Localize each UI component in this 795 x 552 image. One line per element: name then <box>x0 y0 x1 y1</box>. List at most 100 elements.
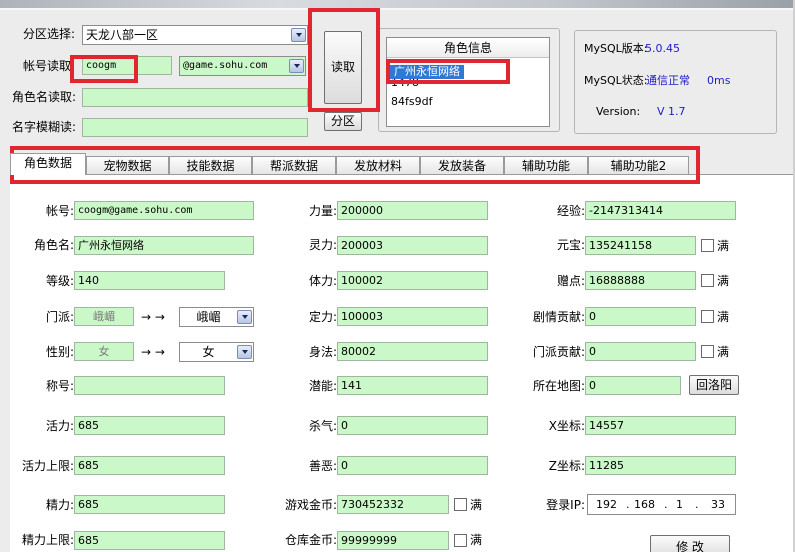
map-field[interactable]: 0 <box>585 376 681 395</box>
ingot-max-label: 满 <box>717 239 730 253</box>
rolename-input[interactable] <box>82 88 308 107</box>
ingot-max-checkbox[interactable] <box>701 239 714 252</box>
chevron-down-icon[interactable] <box>291 28 306 42</box>
sect-contrib-field[interactable]: 0 <box>585 342 696 361</box>
role-list-header: 角色信息 <box>387 38 549 58</box>
ip-octet-1: 192 <box>596 498 617 511</box>
region-button[interactable]: 分区 <box>324 112 362 131</box>
sect-field[interactable]: 峨嵋 <box>74 307 134 326</box>
account-field-label: 帐号: <box>45 204 74 218</box>
mysql-version-label: MySQL版本: <box>584 42 648 55</box>
domain-select[interactable]: @game.sohu.com <box>179 56 306 76</box>
mysql-latency: 0ms <box>707 74 731 87</box>
killing-intent-label: 杀气: <box>308 419 337 433</box>
account-field[interactable]: coogm@game.sohu.com <box>74 201 254 220</box>
account-input[interactable]: coogm <box>82 56 172 75</box>
mysql-version-value: 5.0.45 <box>645 42 680 55</box>
tab-role-data[interactable]: 角色数据 <box>10 153 86 175</box>
ip-octet-4: 33 <box>711 498 725 511</box>
region-select-value: 天龙八部一区 <box>86 28 159 42</box>
domain-select-value: @game.sohu.com <box>183 60 268 71</box>
ip-dot: . <box>664 498 668 511</box>
vigor-label: 活力: <box>45 419 74 433</box>
z-coord-field[interactable]: 11285 <box>585 456 736 475</box>
killing-intent-field[interactable]: 0 <box>337 416 488 435</box>
stamina-field[interactable]: 100002 <box>337 271 488 290</box>
potential-field[interactable]: 141 <box>337 376 488 395</box>
sect-contrib-max-label: 满 <box>717 345 730 359</box>
login-ip-field[interactable]: 192 . 168 . 1 . 33 <box>587 494 736 515</box>
tab-skill-data[interactable]: 技能数据 <box>169 156 252 175</box>
return-luoyang-button[interactable]: 回洛阳 <box>689 375 739 395</box>
bank-gold-max-label: 满 <box>470 533 483 547</box>
spirit-field[interactable]: 200003 <box>337 236 488 255</box>
sect-contrib-max-checkbox[interactable] <box>701 345 714 358</box>
tab-assist[interactable]: 辅助功能 <box>504 156 588 175</box>
story-contrib-max-checkbox[interactable] <box>701 310 714 323</box>
login-ip-label: 登录IP: <box>546 498 585 512</box>
title-field[interactable] <box>74 376 225 395</box>
list-item[interactable]: 1478 <box>391 79 419 89</box>
story-contrib-label: 剧情贡献: <box>532 310 585 324</box>
rolename-field-label: 角色名: <box>33 238 74 252</box>
chevron-down-icon[interactable] <box>289 59 304 73</box>
mysql-status-label: MySQL状态: <box>584 74 648 87</box>
gender-arrow: → → <box>141 345 165 359</box>
morality-label: 善恶: <box>308 459 337 473</box>
window-top-strip <box>0 0 795 8</box>
strength-field[interactable]: 200000 <box>337 201 488 220</box>
ingot-label: 元宝: <box>556 238 585 252</box>
story-contrib-max-label: 满 <box>717 310 730 324</box>
morality-field[interactable]: 0 <box>337 456 488 475</box>
sect-label: 门派: <box>45 310 74 324</box>
energy-field[interactable]: 685 <box>74 495 225 514</box>
vigor-max-field[interactable]: 685 <box>74 456 225 475</box>
ip-dot: . <box>626 498 630 511</box>
region-select[interactable]: 天龙八部一区 <box>82 25 308 45</box>
focus-field[interactable]: 100003 <box>337 307 488 326</box>
bonus-points-max-checkbox[interactable] <box>701 274 714 287</box>
bank-gold-label: 仓库金币: <box>284 533 337 547</box>
role-listbox[interactable]: 角色信息 广州永恒网络 1478 84fs9df <box>386 37 550 127</box>
ip-dot: . <box>695 498 699 511</box>
game-gold-field[interactable]: 730452332 <box>337 495 449 514</box>
focus-label: 定力: <box>308 310 337 324</box>
strength-label: 力量: <box>308 204 337 218</box>
rolename-field[interactable]: 广州永恒网络 <box>74 236 254 255</box>
list-item[interactable]: 84fs9df <box>391 95 432 109</box>
energy-label: 精力: <box>45 498 74 512</box>
spirit-label: 灵力: <box>308 238 337 252</box>
version-value: V 1.7 <box>657 105 686 118</box>
x-coord-field[interactable]: 14557 <box>585 416 736 435</box>
tab-pet-data[interactable]: 宠物数据 <box>86 156 169 175</box>
account-label: 帐号读取 <box>23 59 72 73</box>
bank-gold-field[interactable]: 99999999 <box>337 531 449 550</box>
modify-button[interactable]: 修 改 <box>650 535 730 552</box>
level-label: 等级: <box>45 274 74 288</box>
bank-gold-max-checkbox[interactable] <box>454 534 467 547</box>
fuzzy-input[interactable] <box>82 118 308 137</box>
tab-send-materials[interactable]: 发放材料 <box>336 156 420 175</box>
tab-send-equipment[interactable]: 发放装备 <box>420 156 504 175</box>
energy-max-field[interactable]: 685 <box>74 531 225 550</box>
bonus-points-field[interactable]: 16888888 <box>585 271 696 290</box>
agility-field[interactable]: 80002 <box>337 342 488 361</box>
exp-label: 经验: <box>556 204 585 218</box>
gender-field[interactable]: 女 <box>74 342 134 361</box>
game-gold-max-checkbox[interactable] <box>454 498 467 511</box>
gender-select-value: 女 <box>202 345 215 359</box>
exp-field[interactable]: -2147313414 <box>585 201 736 220</box>
fuzzy-label: 名字模糊读: <box>12 120 77 134</box>
story-contrib-field[interactable]: 0 <box>585 307 696 326</box>
level-field[interactable]: 140 <box>74 271 225 290</box>
ingot-field[interactable]: 135241158 <box>585 236 696 255</box>
read-button[interactable]: 读取 <box>324 31 362 104</box>
list-item[interactable]: 广州永恒网络 <box>390 65 464 79</box>
game-gold-max-label: 满 <box>470 498 483 512</box>
ip-octet-2: 168 <box>634 498 655 511</box>
game-gold-label: 游戏金币: <box>284 498 337 512</box>
tab-assist-2[interactable]: 辅助功能2 <box>588 156 689 175</box>
tab-guild-data[interactable]: 帮派数据 <box>252 156 336 175</box>
ip-octet-3: 1 <box>676 498 683 511</box>
vigor-field[interactable]: 685 <box>74 416 225 435</box>
